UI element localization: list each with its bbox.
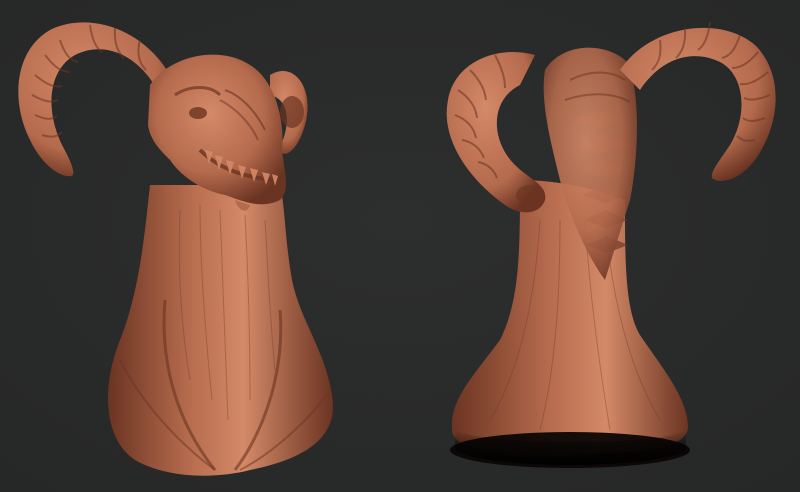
sculpt-viewport [0, 0, 800, 492]
render-canvas [0, 0, 800, 492]
